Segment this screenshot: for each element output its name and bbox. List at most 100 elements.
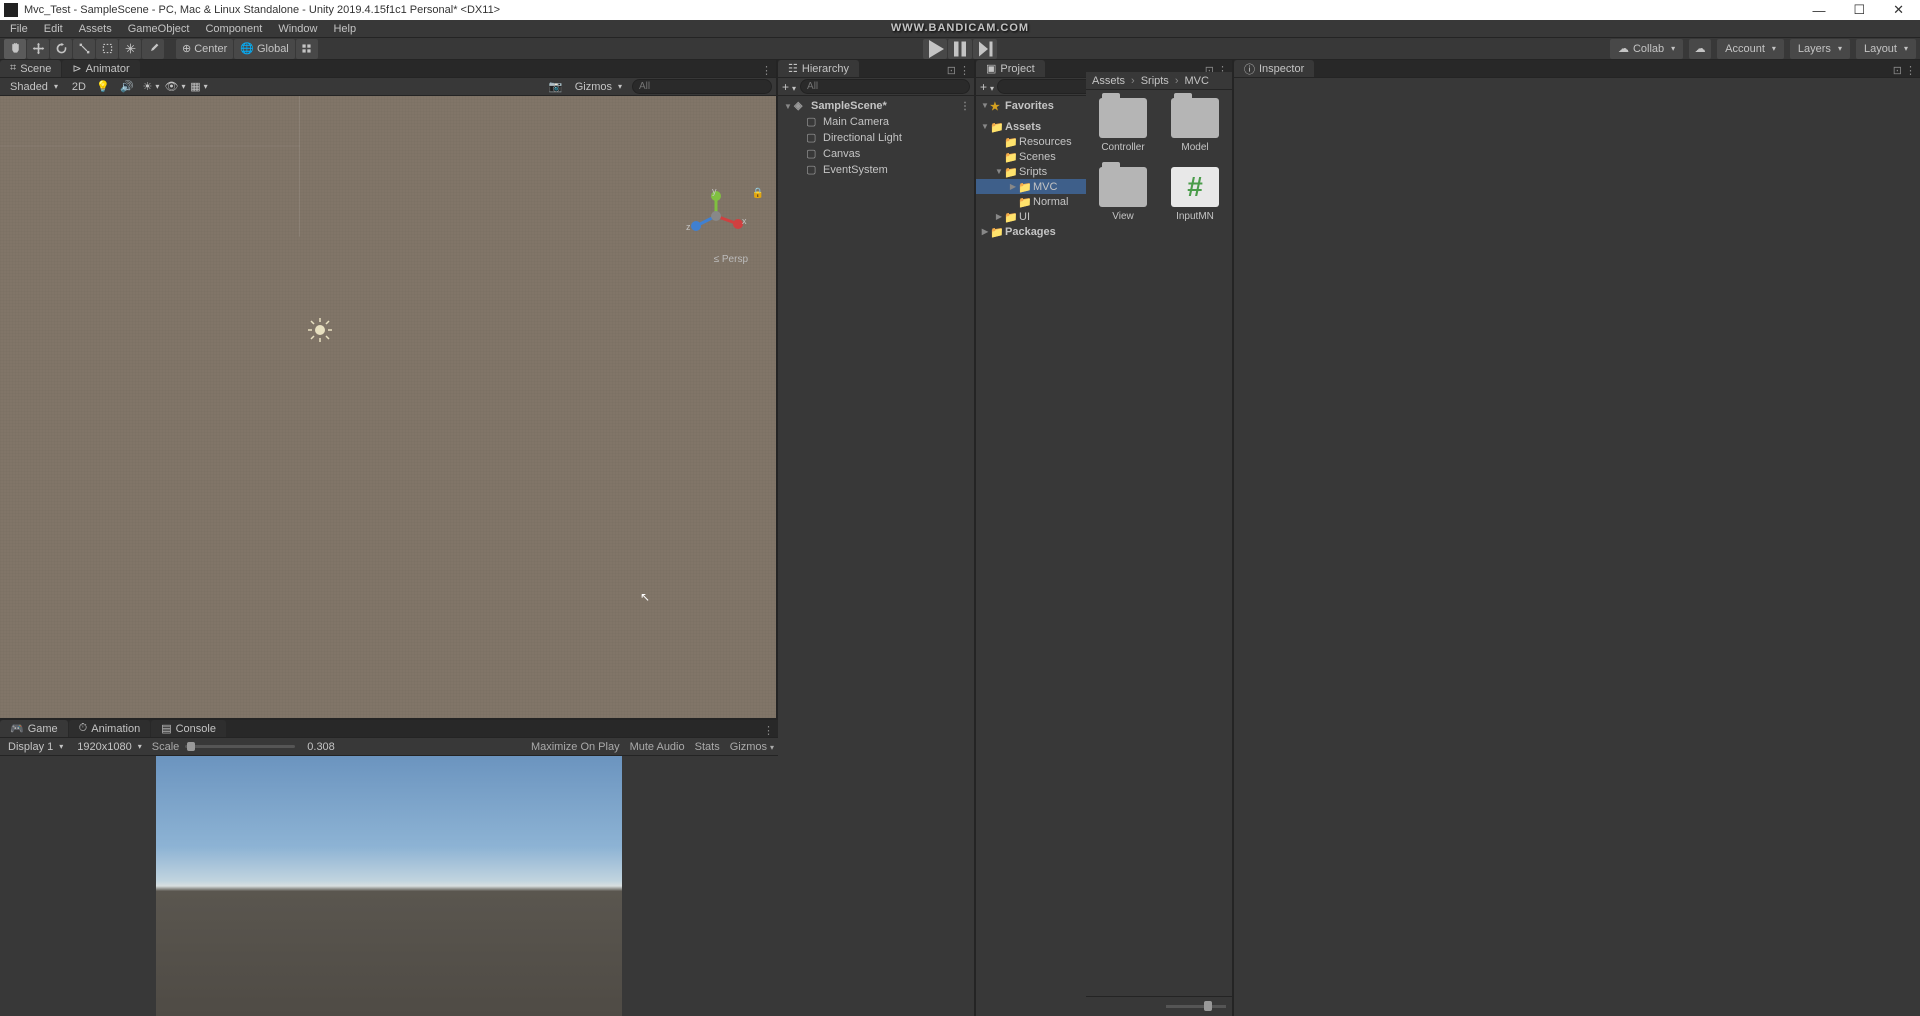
game-viewport <box>0 756 778 1016</box>
animation-icon: ⏱ <box>79 722 88 735</box>
tab-menu-icon[interactable]: ⋮ <box>959 64 970 77</box>
layout-dropdown[interactable]: Layout <box>1856 39 1916 59</box>
light-icon: ▢ <box>806 131 820 145</box>
lighting-toggle[interactable]: 💡 <box>94 79 112 95</box>
hierarchy-tree: ▼◈SampleScene*⋮ ▢Main Camera ▢Directiona… <box>778 96 974 180</box>
folder-icon: 📁 <box>1004 166 1016 178</box>
orientation-gizmo[interactable]: y x z <box>686 186 746 246</box>
pause-button[interactable] <box>948 39 972 59</box>
crumb-mvc[interactable]: MVC <box>1184 75 1208 87</box>
services-button[interactable]: ☁ <box>1689 39 1711 59</box>
scale-slider[interactable] <box>185 745 295 748</box>
menu-window[interactable]: Window <box>270 23 325 35</box>
tab-options-icon[interactable]: ⊡ <box>1893 64 1902 77</box>
snap-button[interactable] <box>296 39 318 59</box>
tab-game[interactable]: 🎮Game <box>0 720 68 737</box>
toggle-2d[interactable]: 2D <box>70 79 88 95</box>
eye-icon: 👁 <box>164 80 178 93</box>
game-gizmos-dropdown[interactable]: Gizmos <box>730 741 774 753</box>
tab-animator[interactable]: ⊳Animator <box>62 60 139 77</box>
rect-tool[interactable] <box>96 39 118 59</box>
project-icon: ▣ <box>986 62 996 75</box>
canvas-icon: ▢ <box>806 147 820 161</box>
close-button[interactable]: ✕ <box>1885 2 1912 18</box>
tab-options-icon[interactable]: ⊡ <box>947 64 956 77</box>
asset-model-folder[interactable]: Model <box>1166 98 1224 153</box>
tab-inspector[interactable]: ⓘInspector <box>1234 60 1314 77</box>
lock-icon[interactable]: 🔒 <box>752 188 764 199</box>
step-button[interactable] <box>973 39 997 59</box>
menu-component[interactable]: Component <box>197 23 270 35</box>
thumbnail-size-slider[interactable] <box>1166 1005 1226 1008</box>
create-button[interactable]: + <box>782 80 796 94</box>
rotate-tool[interactable] <box>50 39 72 59</box>
eventsystem-icon: ▢ <box>806 163 820 177</box>
fx-toggle[interactable]: ☀ <box>142 79 160 95</box>
gameobject-directional-light[interactable]: ▢Directional Light <box>778 130 974 146</box>
maximize-on-play[interactable]: Maximize On Play <box>531 741 620 753</box>
grid-toggle[interactable]: ▦ <box>190 79 208 95</box>
tab-scene[interactable]: ⌗Scene <box>0 60 61 77</box>
menu-gameobject[interactable]: GameObject <box>120 23 198 35</box>
stats-toggle[interactable]: Stats <box>695 741 720 753</box>
folder-icon: 📁 <box>990 121 1002 133</box>
gameobject-eventsystem[interactable]: ▢EventSystem <box>778 162 974 178</box>
gizmos-dropdown[interactable]: Gizmos <box>569 81 628 93</box>
unity-scene-icon: ◈ <box>794 99 808 113</box>
projection-label[interactable]: ≤ Persp <box>714 254 748 265</box>
asset-controller-folder[interactable]: Controller <box>1094 98 1152 153</box>
menu-assets[interactable]: Assets <box>71 23 120 35</box>
hidden-toggle[interactable]: 👁 <box>166 79 184 95</box>
minimize-button[interactable]: — <box>1804 3 1833 18</box>
tab-menu-icon[interactable]: ⋮ <box>1905 64 1916 77</box>
gameobject-main-camera[interactable]: ▢Main Camera <box>778 114 974 130</box>
folder-icon: 📁 <box>1004 136 1016 148</box>
audio-toggle[interactable]: 🔊 <box>118 79 136 95</box>
asset-footer <box>1086 996 1232 1016</box>
collab-button[interactable]: ☁Collab <box>1610 39 1683 59</box>
folder-icon: 📁 <box>990 226 1002 238</box>
hierarchy-search-input[interactable] <box>800 79 970 94</box>
custom-tool[interactable] <box>142 39 164 59</box>
crumb-assets[interactable]: Assets <box>1092 75 1125 87</box>
hand-tool[interactable] <box>4 39 26 59</box>
scene-menu-icon[interactable]: ⋮ <box>960 101 970 112</box>
scale-tool[interactable] <box>73 39 95 59</box>
asset-view-folder[interactable]: View <box>1094 167 1152 222</box>
scene-search-input[interactable] <box>632 79 772 94</box>
grid-icon: ▦ <box>190 80 200 93</box>
asset-inputmn-script[interactable]: InputMN <box>1166 167 1224 222</box>
pivot-rotation-button[interactable]: 🌐Global <box>234 39 295 59</box>
scene-viewport[interactable]: y x z ≤ Persp 🔒 ↖ <box>0 96 776 718</box>
maximize-button[interactable]: ☐ <box>1845 2 1873 18</box>
layers-dropdown[interactable]: Layers <box>1790 39 1850 59</box>
animator-icon: ⊳ <box>72 62 81 75</box>
tab-menu-icon[interactable]: ⋮ <box>761 64 772 77</box>
crumb-scripts[interactable]: Sripts <box>1141 75 1169 87</box>
menu-help[interactable]: Help <box>325 23 364 35</box>
create-asset-button[interactable]: + <box>980 80 994 94</box>
camera-settings[interactable]: 📷 <box>547 79 565 95</box>
mute-audio[interactable]: Mute Audio <box>630 741 685 753</box>
hierarchy-icon: ☷ <box>788 62 798 75</box>
account-dropdown[interactable]: Account <box>1717 39 1784 59</box>
gameobject-canvas[interactable]: ▢Canvas <box>778 146 974 162</box>
menu-edit[interactable]: Edit <box>36 23 71 35</box>
tab-project[interactable]: ▣Project <box>976 60 1045 77</box>
move-tool[interactable] <box>27 39 49 59</box>
directional-light-gizmo[interactable] <box>308 318 332 342</box>
transform-tool[interactable] <box>119 39 141 59</box>
tab-animation[interactable]: ⏱Animation <box>69 720 151 737</box>
scene-row[interactable]: ▼◈SampleScene*⋮ <box>778 98 974 114</box>
menu-file[interactable]: File <box>2 23 36 35</box>
scale-label: Scale <box>152 741 180 753</box>
mouse-cursor: ↖ <box>640 590 650 604</box>
resolution-dropdown[interactable]: 1920x1080 <box>73 741 145 753</box>
play-button[interactable] <box>923 39 947 59</box>
display-dropdown[interactable]: Display 1 <box>4 741 67 753</box>
shading-dropdown[interactable]: Shaded <box>4 81 64 93</box>
tab-hierarchy[interactable]: ☷Hierarchy <box>778 60 859 77</box>
pivot-mode-button[interactable]: ⊕Center <box>176 39 233 59</box>
tab-console[interactable]: ▤Console <box>151 720 226 737</box>
tab-menu-icon[interactable]: ⋮ <box>763 724 774 737</box>
